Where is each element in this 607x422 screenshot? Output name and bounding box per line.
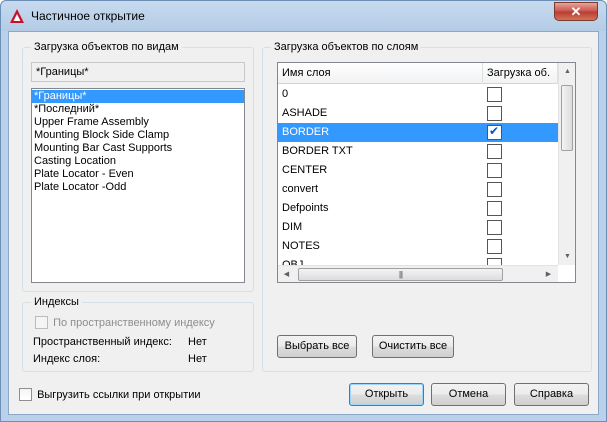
window-title: Частичное открытие xyxy=(31,9,145,23)
layer-name-cell: CENTER xyxy=(282,164,328,176)
horizontal-scrollbar[interactable]: ◀ ||| ▶ xyxy=(278,265,558,282)
help-label: Справка xyxy=(529,388,574,400)
unload-refs-checkbox-row[interactable]: Выгрузить ссылки при открытии xyxy=(19,388,201,401)
list-item[interactable]: Casting Location xyxy=(32,155,244,168)
clear-all-button[interactable]: Очистить все xyxy=(372,335,454,358)
close-button[interactable]: ✕ xyxy=(554,2,598,21)
list-item[interactable]: Mounting Bar Cast Supports xyxy=(32,142,244,155)
cancel-button[interactable]: Отмена xyxy=(431,383,506,406)
scroll-up-icon[interactable]: ▲ xyxy=(559,63,575,80)
layer-name-cell: convert xyxy=(282,183,319,195)
layers-group: Загрузка объектов по слоям Имя слоя Загр… xyxy=(262,41,592,372)
current-view-value: *Границы* xyxy=(36,66,89,78)
layer-index-value: Нет xyxy=(188,353,207,365)
select-all-label: Выбрать все xyxy=(284,340,350,352)
list-item[interactable]: *Последний* xyxy=(32,103,244,116)
layer-load-checkbox[interactable] xyxy=(487,201,502,216)
title-bar[interactable]: Частичное открытие ✕ xyxy=(1,1,606,31)
spatial-index-value: Нет xyxy=(188,336,207,348)
vertical-scrollbar[interactable]: ▲ ▼ xyxy=(558,63,575,265)
table-row[interactable]: DIM xyxy=(278,218,558,237)
current-view-field: *Границы* xyxy=(31,62,245,82)
spatial-index-checkbox-row[interactable]: По пространственному индексу xyxy=(35,316,215,329)
table-row[interactable]: convert xyxy=(278,180,558,199)
indexes-group: Индексы По пространственному индексу Про… xyxy=(22,296,254,372)
autocad-app-icon xyxy=(10,9,24,23)
spatial-index-checkbox[interactable] xyxy=(35,316,48,329)
table-row[interactable]: 0 xyxy=(278,85,558,104)
cancel-label: Отмена xyxy=(448,388,489,400)
layer-load-checkbox[interactable] xyxy=(487,87,502,102)
list-item[interactable]: Upper Frame Assembly xyxy=(32,116,244,129)
help-button[interactable]: Справка xyxy=(514,383,589,406)
table-row[interactable]: ASHADE xyxy=(278,104,558,123)
spatial-index-label: Пространственный индекс: xyxy=(33,336,172,348)
list-item[interactable]: Plate Locator - Even xyxy=(32,168,244,181)
table-row[interactable]: BORDER TXT xyxy=(278,142,558,161)
list-item[interactable]: Mounting Block Side Clamp xyxy=(32,129,244,142)
indexes-group-label: Индексы xyxy=(31,296,82,308)
open-label: Открыть xyxy=(364,388,409,400)
select-all-button[interactable]: Выбрать все xyxy=(277,335,357,358)
layer-name-cell: BORDER xyxy=(282,126,330,138)
layers-grid[interactable]: Имя слоя Загрузка об. 0 ASHADE BORDER BO… xyxy=(277,62,576,283)
unload-refs-checkbox[interactable] xyxy=(19,388,32,401)
dialog-body: Загрузка объектов по видам *Границы* *Гр… xyxy=(8,31,599,415)
horizontal-scroll-thumb[interactable]: ||| xyxy=(298,268,503,281)
layer-load-checkbox[interactable] xyxy=(487,163,502,178)
views-listbox[interactable]: *Границы* *Последний* Upper Frame Assemb… xyxy=(31,88,245,283)
layer-name-cell: NOTES xyxy=(282,240,320,252)
table-row[interactable]: BORDER xyxy=(278,123,558,142)
layer-load-checkbox[interactable] xyxy=(487,182,502,197)
layer-load-checkbox[interactable] xyxy=(487,106,502,121)
column-header-layer-name[interactable]: Имя слоя xyxy=(278,63,483,84)
list-item[interactable]: *Границы* xyxy=(32,90,244,103)
layer-index-label: Индекс слоя: xyxy=(33,353,101,365)
dialog-window: Частичное открытие ✕ Загрузка объектов п… xyxy=(0,0,607,422)
spatial-index-checkbox-label: По пространственному индексу xyxy=(53,316,215,329)
layer-name-cell: DIM xyxy=(282,221,303,233)
layers-group-label: Загрузка объектов по слоям xyxy=(271,41,422,53)
vertical-scroll-thumb[interactable] xyxy=(561,85,573,151)
views-group: Загрузка объектов по видам *Границы* *Гр… xyxy=(22,41,254,292)
layer-name-cell: BORDER TXT xyxy=(282,145,353,157)
scroll-left-icon[interactable]: ◀ xyxy=(278,266,295,282)
clear-all-label: Очистить все xyxy=(378,340,448,352)
table-row[interactable]: NOTES xyxy=(278,237,558,256)
table-row[interactable]: Defpoints xyxy=(278,199,558,218)
layer-name-cell: ASHADE xyxy=(282,107,328,119)
column-header-load[interactable]: Загрузка об. xyxy=(483,63,558,84)
layer-name-cell: 0 xyxy=(282,88,289,100)
layer-load-checkbox[interactable] xyxy=(487,124,502,140)
layer-load-checkbox[interactable] xyxy=(487,220,502,235)
unload-refs-label: Выгрузить ссылки при открытии xyxy=(37,388,201,401)
close-icon: ✕ xyxy=(570,4,582,19)
scroll-right-icon[interactable]: ▶ xyxy=(540,266,557,282)
scroll-down-icon[interactable]: ▼ xyxy=(559,248,575,265)
list-item[interactable]: Plate Locator -Odd xyxy=(32,181,244,194)
open-button[interactable]: Открыть xyxy=(349,383,424,406)
layer-name-cell: Defpoints xyxy=(282,202,329,214)
table-row[interactable]: CENTER xyxy=(278,161,558,180)
grid-header: Имя слоя Загрузка об. xyxy=(278,63,558,84)
layer-load-checkbox[interactable] xyxy=(487,144,502,159)
layer-load-checkbox[interactable] xyxy=(487,239,502,254)
views-group-label: Загрузка объектов по видам xyxy=(31,41,182,53)
